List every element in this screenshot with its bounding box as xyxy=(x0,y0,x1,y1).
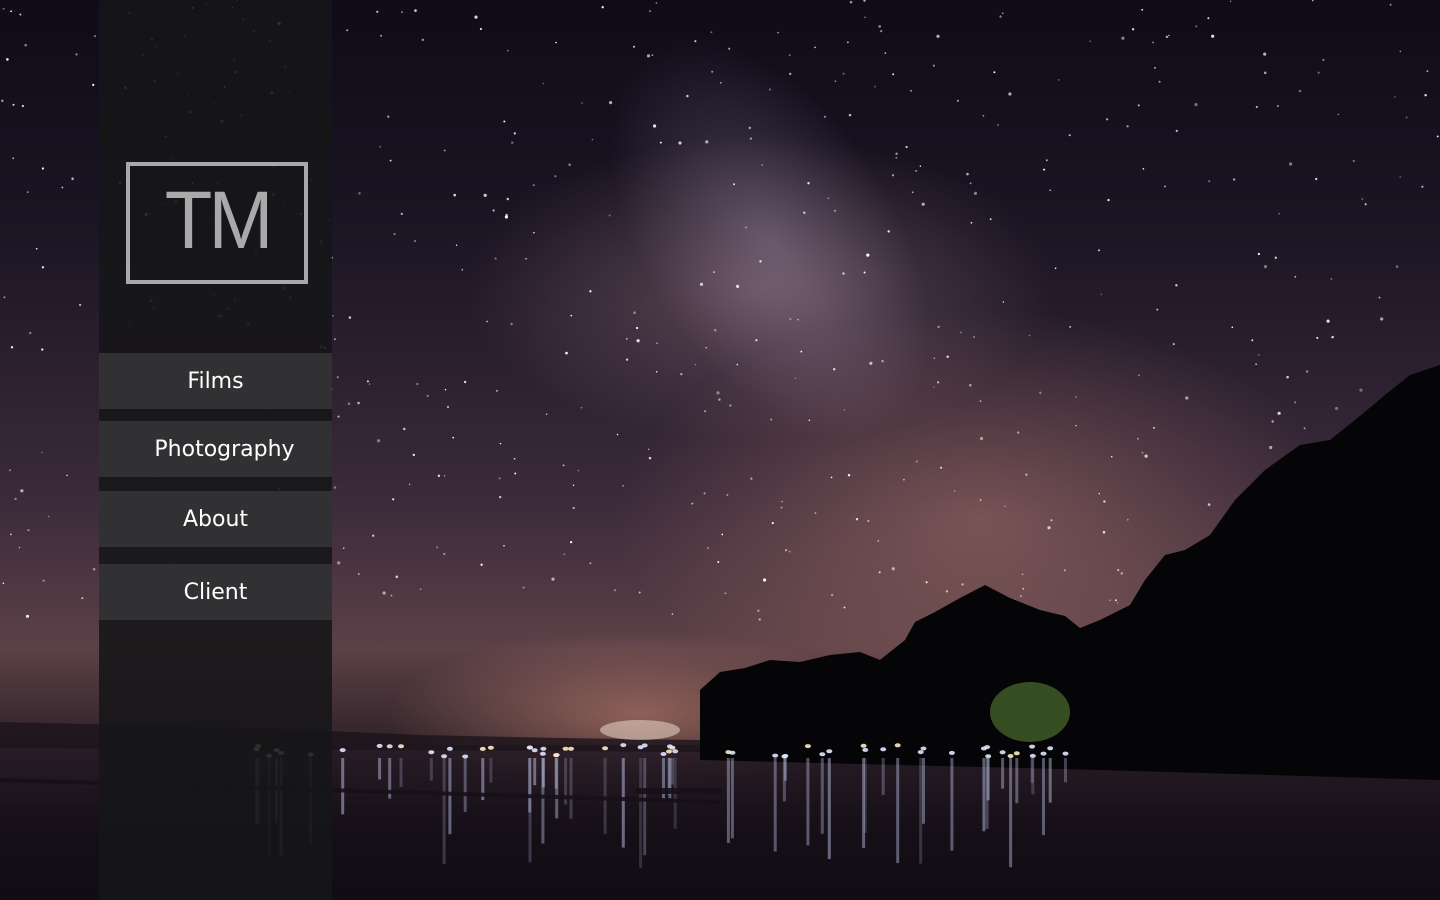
tm-logo[interactable]: TM xyxy=(126,162,308,284)
nav-item-client[interactable]: Client xyxy=(99,564,332,620)
nav-item-label: Films xyxy=(187,368,244,394)
nav-item-label: About xyxy=(182,506,249,532)
nav-item-label: Photography xyxy=(154,436,295,462)
nav-item-about[interactable]: About xyxy=(99,491,332,547)
nav-item-label: Client xyxy=(183,579,248,605)
nav-item-films[interactable]: Films xyxy=(99,353,332,409)
nav-item-photography[interactable]: Photography xyxy=(99,421,332,477)
logo-text: TM xyxy=(164,175,274,266)
